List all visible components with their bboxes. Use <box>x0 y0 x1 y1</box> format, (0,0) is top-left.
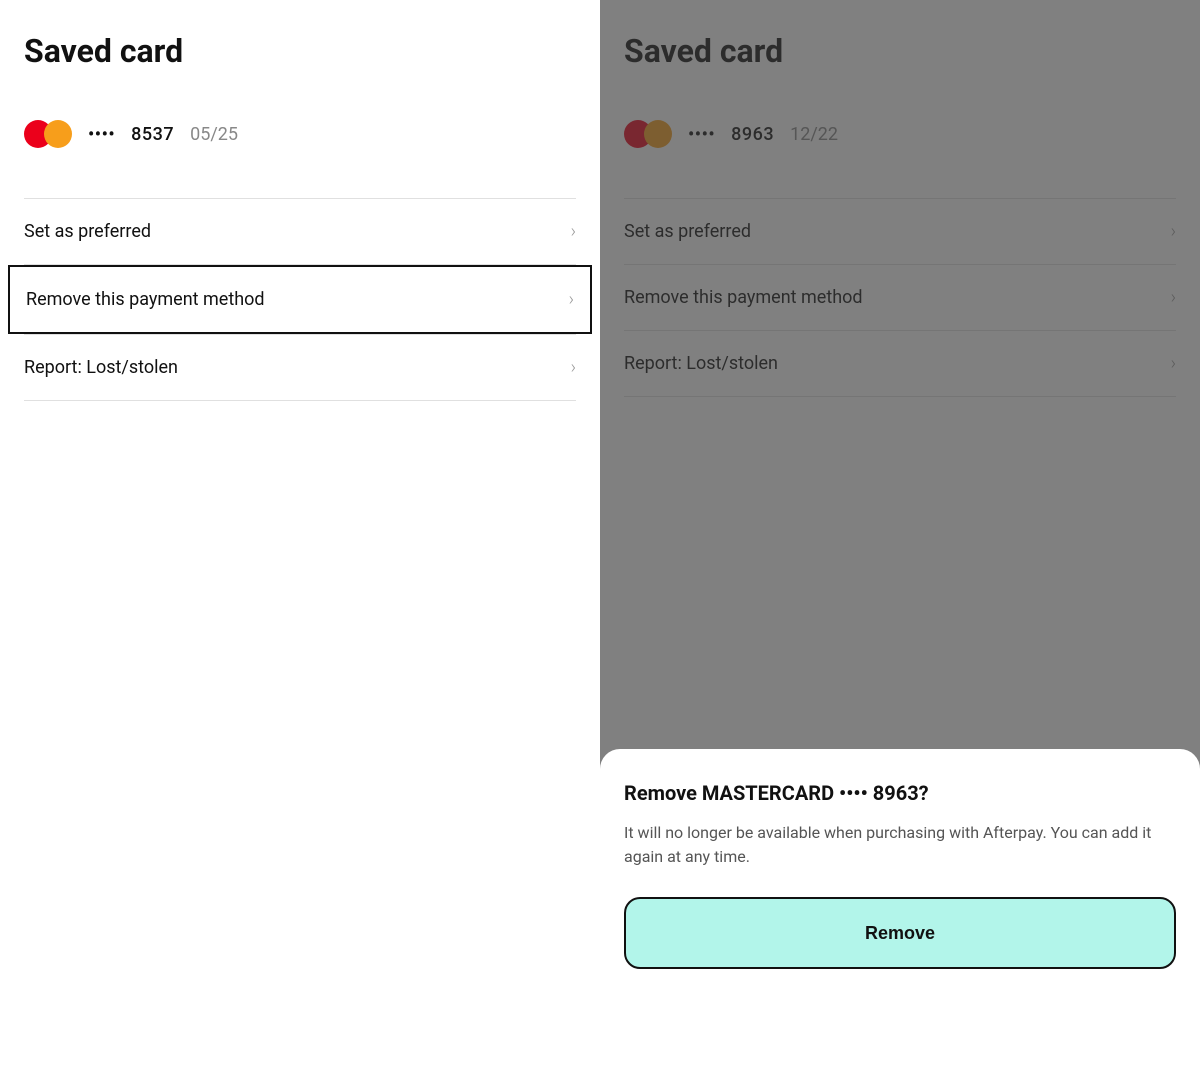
left-menu-label-set-preferred: Set as preferred <box>24 221 151 242</box>
left-card-info: •••• 8537 05/25 <box>24 102 576 166</box>
dim-overlay <box>600 0 1200 769</box>
left-menu-label-remove: Remove this payment method <box>26 289 265 310</box>
mastercard-orange-circle <box>44 120 72 148</box>
left-panel: Saved card •••• 8537 05/25 Set as prefer… <box>0 0 600 1089</box>
mastercard-logo-left <box>24 118 72 150</box>
chevron-icon-set-preferred-left: › <box>571 221 576 242</box>
left-menu-section: Set as preferred › Remove this payment m… <box>24 199 576 401</box>
chevron-icon-remove-left: › <box>569 289 574 310</box>
bottom-sheet-description: It will no longer be available when purc… <box>624 821 1176 869</box>
right-panel: Saved card •••• 8963 12/22 Set as prefer… <box>600 0 1200 1089</box>
left-card-last4: 8537 <box>131 124 174 145</box>
divider-3-left <box>24 400 576 401</box>
left-page-title: Saved card <box>24 32 576 70</box>
left-card-expiry: 05/25 <box>190 124 238 145</box>
remove-button[interactable]: Remove <box>624 897 1176 969</box>
left-menu-item-set-preferred[interactable]: Set as preferred › <box>24 199 576 264</box>
left-menu-item-remove[interactable]: Remove this payment method › <box>8 265 592 334</box>
chevron-icon-report-left: › <box>571 357 576 378</box>
bottom-sheet-title: Remove MASTERCARD •••• 8963? <box>624 781 1176 805</box>
left-menu-label-report: Report: Lost/stolen <box>24 357 178 378</box>
left-card-dots: •••• <box>88 124 115 145</box>
left-menu-item-report[interactable]: Report: Lost/stolen › <box>24 335 576 400</box>
bottom-sheet: Remove MASTERCARD •••• 8963? It will no … <box>600 749 1200 1089</box>
